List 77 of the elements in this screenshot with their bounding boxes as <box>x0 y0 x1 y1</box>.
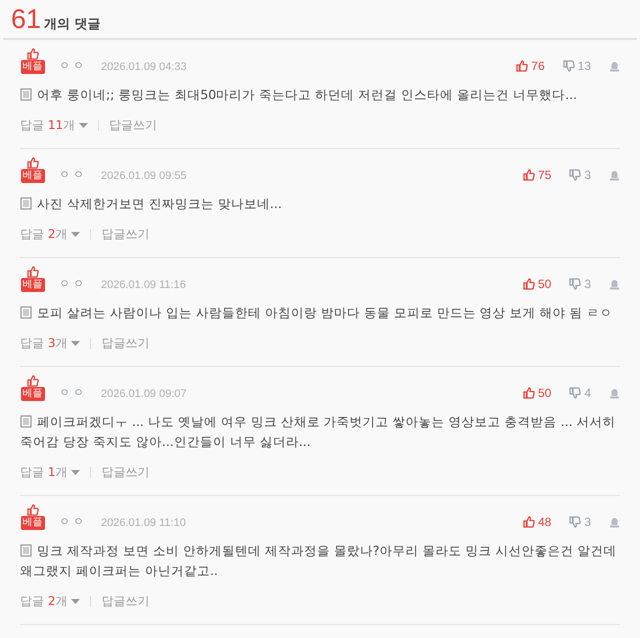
thumbs-up-icon <box>26 157 38 169</box>
caret-icon <box>71 599 80 604</box>
best-badge: 베플 <box>20 516 44 530</box>
dislike-button[interactable]: 4 <box>569 386 591 400</box>
comment-text: 밍크 제작과정 보면 소비 안하게될텐데 제작과정을 몰랐나?아무리 몰라도 밍크 시선안좋은건 알건데 왜그랬지 페이크퍼는 아닌거같고.. <box>20 542 618 580</box>
comment-date: 2026.01.09 09:07 <box>101 388 187 400</box>
comment-date: 2026.01.09 11:10 <box>101 517 186 529</box>
thumbs-up-icon <box>26 375 38 387</box>
like-button[interactable]: 75 <box>522 168 552 182</box>
thumbs-up-icon <box>522 278 535 290</box>
siren-icon <box>609 60 620 72</box>
dislike-button[interactable]: 3 <box>569 277 591 291</box>
document-icon <box>20 306 32 319</box>
replies-toggle[interactable]: 답글 3개 <box>20 335 80 352</box>
comment-text: 사진 삭제한거보면 진짜밍크는 맞나보네... <box>20 194 620 214</box>
thumbs-up-icon <box>522 169 535 181</box>
document-icon <box>20 415 32 428</box>
thumbs-down-icon <box>562 60 575 72</box>
comments-heading: 개의 댓글 <box>44 16 101 33</box>
document-icon <box>20 197 32 210</box>
username[interactable]: ㅇㅇ <box>59 385 87 400</box>
caret-icon <box>71 232 80 237</box>
document-icon <box>20 88 32 101</box>
caret-icon <box>79 123 88 128</box>
report-button[interactable] <box>609 60 620 72</box>
username[interactable]: ㅇㅇ <box>59 58 87 73</box>
comment-count: 61 <box>11 4 42 35</box>
thumbs-down-icon <box>569 516 582 528</box>
like-button[interactable]: 48 <box>522 515 552 529</box>
write-reply-link[interactable]: 답글쓰기 <box>101 335 150 352</box>
report-button[interactable] <box>609 516 620 528</box>
document-icon <box>20 544 32 557</box>
report-button[interactable] <box>609 388 620 398</box>
thumbs-down-icon <box>569 278 582 290</box>
siren-icon <box>609 516 620 528</box>
thumbs-up-icon <box>26 504 38 516</box>
dislike-button[interactable]: 13 <box>562 59 591 73</box>
replies-toggle[interactable]: 답글 2개 <box>20 593 80 610</box>
comment-date: 2026.01.09 04:33 <box>101 61 187 73</box>
thumbs-down-icon <box>569 387 582 399</box>
replies-toggle[interactable]: 답글 11개 <box>20 117 88 134</box>
username[interactable]: ㅇㅇ <box>59 514 87 529</box>
report-button[interactable] <box>609 278 620 290</box>
username[interactable]: ㅇㅇ <box>59 276 87 291</box>
report-button[interactable] <box>609 170 620 180</box>
like-button[interactable]: 76 <box>516 59 545 73</box>
replies-toggle[interactable]: 답글 2개 <box>20 226 80 243</box>
thumbs-up-icon <box>516 60 528 72</box>
comment-date: 2026.01.09 09:55 <box>101 170 187 182</box>
thumbs-down-icon <box>569 169 582 181</box>
dislike-button[interactable]: 3 <box>569 515 591 529</box>
write-reply-link[interactable]: 답글쓰기 <box>109 117 158 134</box>
write-reply-link[interactable]: 답글쓰기 <box>101 593 150 610</box>
comment-text: 페이크퍼겠디ㅜ ... 나도 옛날에 여우 밍크 산채로 가죽벗기고 쌓아놓는 영상보고 충격받음 ... 서서히 죽어감 당장 죽지도 않아...인간들이 너무 싫더라... <box>20 413 617 451</box>
thumbs-up-icon <box>26 48 38 60</box>
comment-date: 2026.01.09 11:16 <box>101 279 186 291</box>
write-reply-link[interactable]: 답글쓰기 <box>101 464 150 481</box>
caret-icon <box>71 470 80 475</box>
best-badge: 베플 <box>20 60 44 74</box>
dislike-button[interactable]: 3 <box>569 168 591 182</box>
write-reply-link[interactable]: 답글쓰기 <box>101 226 150 243</box>
siren-icon <box>609 278 620 290</box>
replies-toggle[interactable]: 답글 1개 <box>20 464 80 481</box>
siren-icon <box>609 170 620 180</box>
username[interactable]: ㅇㅇ <box>59 167 87 182</box>
comment-text: 어후 룽이네;; 룽밍크는 최대50마리가 죽는다고 하던데 저런걸 인스타에 올리는건 너무했다... <box>20 85 620 105</box>
siren-icon <box>609 388 620 398</box>
best-badge: 베플 <box>20 169 44 183</box>
like-button[interactable]: 50 <box>522 277 552 291</box>
thumbs-up-icon <box>522 516 535 528</box>
caret-icon <box>71 341 80 346</box>
thumbs-up-icon <box>522 387 535 399</box>
best-badge: 베플 <box>20 278 44 292</box>
best-badge: 베플 <box>20 387 44 401</box>
like-button[interactable]: 50 <box>522 386 552 400</box>
thumbs-up-icon <box>26 266 38 278</box>
comment-text: 모피 살려는 사람이나 입는 사람들한테 아침이랑 밤마다 동물 모피로 만드는 영상 보게 해야 됨 ㄹㅇ <box>20 303 620 323</box>
